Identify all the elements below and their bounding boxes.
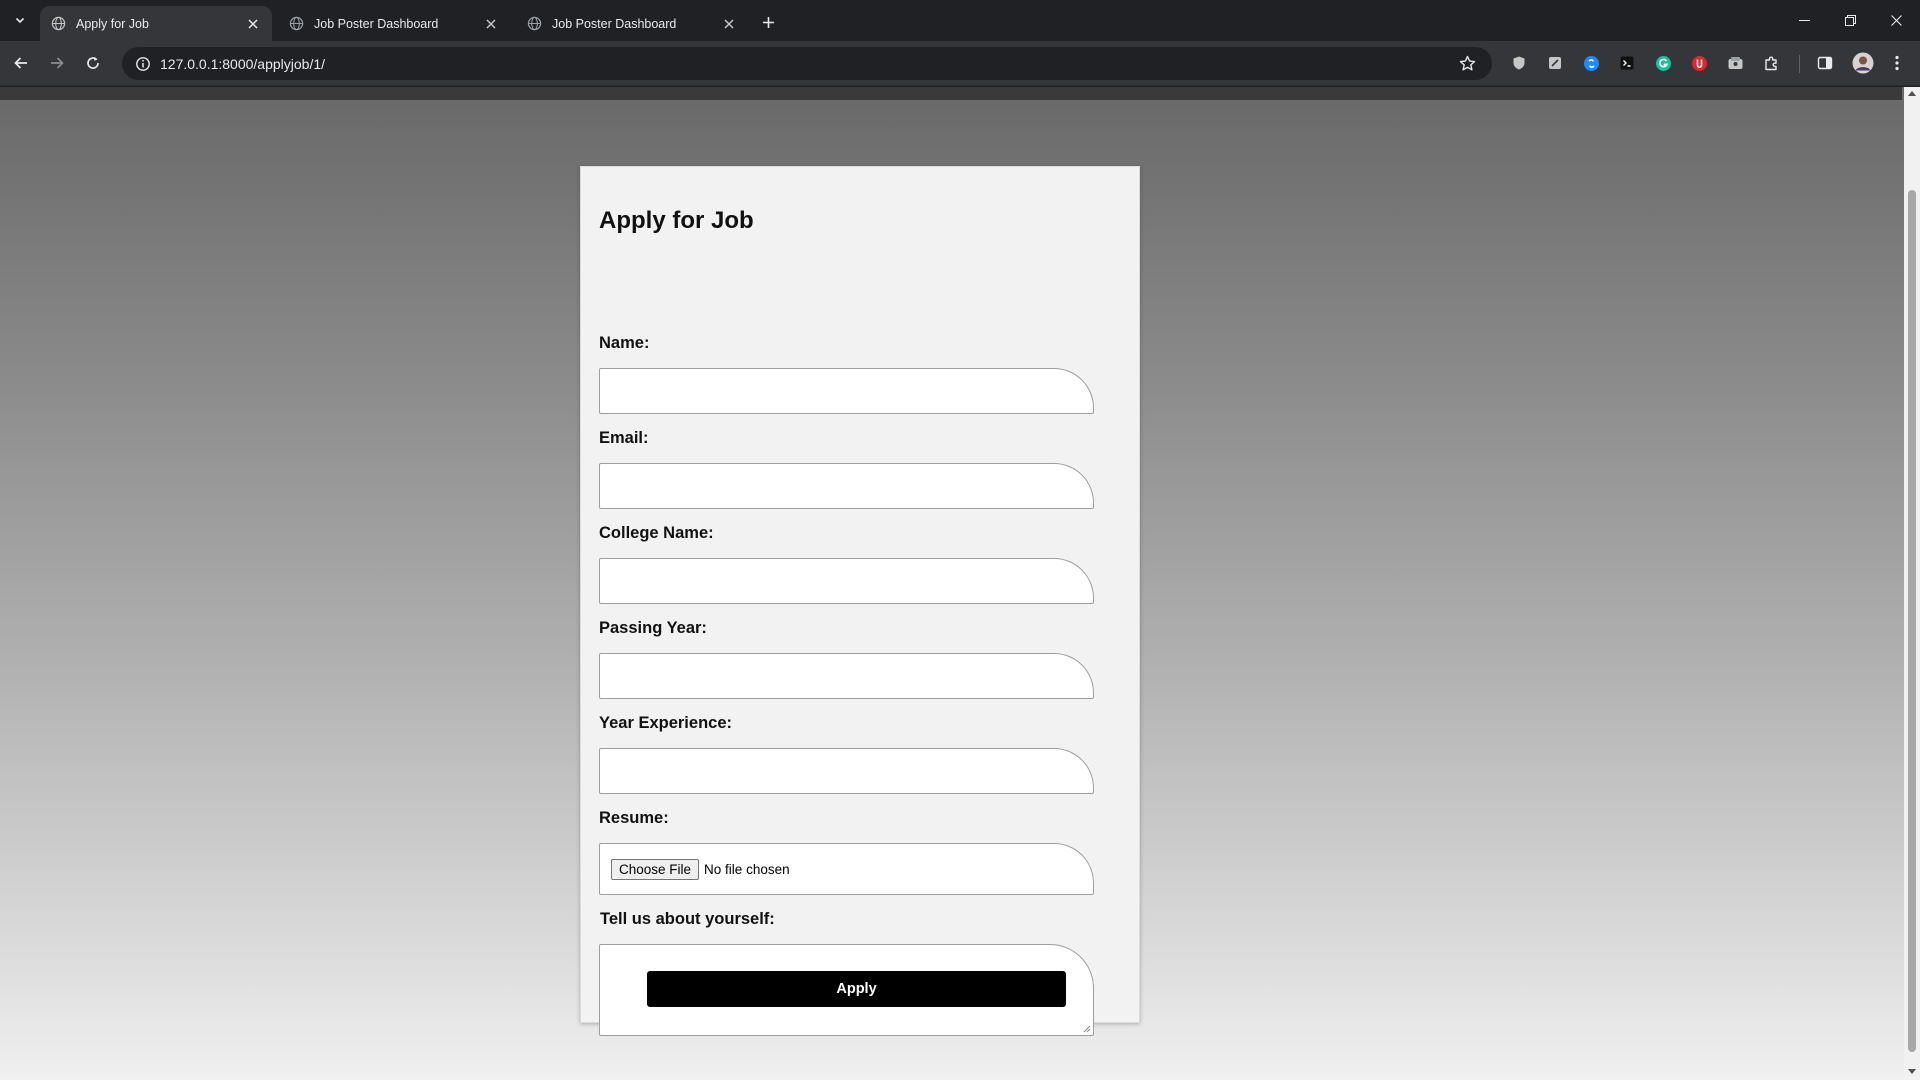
resume-label: Resume: — [599, 809, 669, 827]
name-label: Name: — [599, 334, 650, 352]
kebab-menu-icon[interactable] — [1887, 53, 1907, 73]
close-window-button[interactable] — [1873, 0, 1919, 40]
arrow-left-icon — [14, 57, 27, 69]
side-panel-icon[interactable] — [1815, 53, 1835, 73]
about-label: Tell us about yourself: — [600, 910, 775, 928]
back-button[interactable] — [6, 48, 36, 78]
arrow-right-icon — [51, 57, 64, 69]
resume-file-input[interactable]: Choose File No file chosen — [599, 843, 1094, 895]
page-scrollbar[interactable] — [1904, 87, 1920, 1080]
toolbar-divider — [1799, 55, 1800, 73]
reload-icon — [87, 56, 99, 69]
avatar[interactable] — [1850, 50, 1876, 76]
puzzle-icon[interactable] — [1761, 53, 1781, 73]
scroll-down-arrow-icon[interactable] — [1908, 1069, 1916, 1074]
note-icon[interactable] — [1545, 53, 1565, 73]
scroll-up-arrow-icon[interactable] — [1908, 91, 1916, 96]
choose-file-button[interactable]: Choose File — [611, 858, 700, 880]
apply-job-form: Apply for Job Name: Email: College Name:… — [580, 166, 1140, 1036]
bookmark-star-icon[interactable] — [1452, 55, 1482, 72]
minimize-icon — [1798, 19, 1810, 21]
tab-job-poster-dashboard-1[interactable]: Job Poster Dashboard — [278, 6, 510, 41]
forward-button[interactable] — [42, 48, 72, 78]
minimize-button[interactable] — [1781, 0, 1827, 40]
site-info-icon[interactable] — [128, 56, 158, 72]
page-header-strip — [0, 87, 1902, 100]
name-input[interactable] — [599, 368, 1094, 414]
shield-icon[interactable] — [1509, 53, 1529, 73]
college-name-input[interactable] — [599, 558, 1094, 604]
restore-icon — [1844, 14, 1856, 26]
passing-year-label: Passing Year: — [599, 619, 707, 637]
year-experience-input[interactable] — [599, 748, 1094, 794]
translate-icon[interactable] — [1725, 53, 1745, 73]
address-bar[interactable]: 127.0.0.1:8000/applyjob/1/ — [122, 47, 1492, 80]
tab-title: Apply for Job — [76, 16, 149, 31]
close-tab-icon[interactable] — [244, 15, 262, 33]
apply-button[interactable]: Apply — [647, 971, 1066, 1007]
browser-toolbar: 127.0.0.1:8000/applyjob/1/ — [0, 41, 1920, 86]
email-input[interactable] — [599, 463, 1094, 509]
tab-job-poster-dashboard-2[interactable]: Job Poster Dashboard — [516, 6, 748, 41]
url-text: 127.0.0.1:8000/applyjob/1/ — [160, 55, 326, 72]
college-name-label: College Name: — [599, 524, 714, 542]
reload-button[interactable] — [78, 48, 108, 78]
resize-handle-icon[interactable] — [1082, 1024, 1091, 1033]
tab-strip: Apply for Job Job Poster Dashboard Job P… — [0, 0, 1920, 41]
plus-icon — [762, 16, 774, 28]
passing-year-input[interactable] — [599, 653, 1094, 699]
close-icon — [1890, 14, 1902, 26]
scrollbar-thumb[interactable] — [1908, 190, 1916, 1052]
globe-icon — [50, 16, 66, 32]
year-experience-label: Year Experience: — [599, 714, 732, 732]
tab-title: Job Poster Dashboard — [314, 16, 439, 31]
new-tab-button[interactable] — [756, 10, 780, 34]
email-label: Email: — [599, 429, 649, 447]
chevron-down-icon — [15, 17, 25, 24]
red-extension-icon[interactable] — [1689, 53, 1709, 73]
tab-title: Job Poster Dashboard — [552, 16, 677, 31]
page-viewport: Apply for Job Name: Email: College Name:… — [0, 87, 1920, 1080]
close-tab-icon[interactable] — [720, 15, 738, 33]
globe-icon — [526, 16, 542, 32]
file-status-text: No file chosen — [704, 861, 790, 877]
restore-button[interactable] — [1827, 0, 1873, 40]
globe-icon — [288, 16, 304, 32]
tab-search-button[interactable] — [7, 8, 33, 32]
shazam-icon[interactable] — [1581, 53, 1601, 73]
grammarly-icon[interactable] — [1653, 53, 1673, 73]
tab-apply-for-job[interactable]: Apply for Job — [40, 6, 272, 41]
close-tab-icon[interactable] — [482, 15, 500, 33]
reader-icon[interactable] — [1617, 53, 1637, 73]
page-title: Apply for Job — [599, 207, 754, 234]
